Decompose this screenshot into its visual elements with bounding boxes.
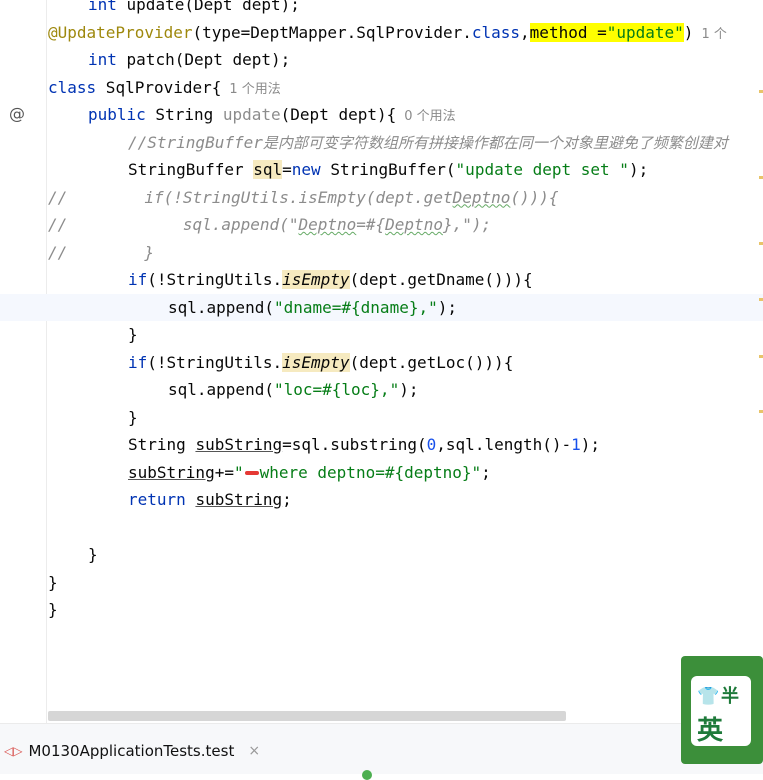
code-line: } xyxy=(128,325,138,344)
code-line: //StringBuffer是内部可变字符数组所有拼接操作都在同一个对象里避免了… xyxy=(128,132,728,152)
code-line: @UpdateProvider(type=DeptMapper.SqlProvi… xyxy=(48,22,727,42)
stripe-mark[interactable] xyxy=(759,410,763,413)
code-line: } xyxy=(128,407,138,427)
usage-inlay-hint[interactable]: 1 个用法 xyxy=(229,82,280,97)
usage-inlay-hint[interactable]: 0 个用法 xyxy=(404,109,455,124)
code-line: // } xyxy=(48,242,154,262)
code-line: class SqlProvider{1 个用法 xyxy=(48,77,281,97)
code-line: int patch(Dept dept); xyxy=(88,50,291,69)
code-line: } xyxy=(88,545,98,564)
stripe-mark[interactable] xyxy=(759,242,763,245)
logo-card: 👕 半 英 xyxy=(691,676,751,746)
test-file-icon: ◁▷ xyxy=(4,744,23,758)
shirt-icon: 👕 xyxy=(697,686,720,707)
tab-label: M0130ApplicationTests.test xyxy=(28,742,235,760)
error-marker xyxy=(244,471,259,475)
stripe-mark[interactable] xyxy=(759,298,763,301)
code-line: String subString=sql.substring(0,sql.len… xyxy=(128,435,601,454)
code-line: return subString; xyxy=(128,490,292,509)
usage-inlay-hint[interactable]: 1 个 xyxy=(701,27,726,42)
stripe-mark[interactable] xyxy=(759,176,763,179)
code-line: sql.append("loc=#{loc},"); xyxy=(168,380,419,399)
code-line: public String update(Dept dept){0 个用法 xyxy=(88,105,456,124)
code-line-current: sql.append("dname=#{dname},"); xyxy=(0,293,763,321)
code-line: // sql.append("Deptno=#{Deptno},"); xyxy=(48,215,492,234)
code-line: subString+=" where deptno=#{deptno}"; xyxy=(128,462,491,482)
editor-tab[interactable]: ◁▷ M0130ApplicationTests.test × xyxy=(0,738,260,764)
error-stripe[interactable] xyxy=(757,0,763,723)
close-icon[interactable]: × xyxy=(248,743,260,759)
search-highlight: method ="update" xyxy=(529,22,684,42)
watermark-logo: 👕 半 英 xyxy=(681,656,763,764)
editor-tab-bar: ◁▷ M0130ApplicationTests.test × xyxy=(0,723,763,780)
code-line: StringBuffer sql=new StringBuffer("updat… xyxy=(128,160,649,179)
code-line: } xyxy=(48,572,58,592)
code-line: if(!StringUtils.isEmpty(dept.getDname())… xyxy=(128,270,533,289)
code-line: if(!StringUtils.isEmpty(dept.getLoc())){ xyxy=(128,352,514,372)
code-line: // if(!StringUtils.isEmpty(dept.getDeptn… xyxy=(48,187,559,207)
stripe-mark[interactable] xyxy=(759,355,763,358)
horizontal-scrollbar[interactable] xyxy=(48,711,566,721)
code-line: } xyxy=(48,600,58,619)
code-line: int update(Dept dept); xyxy=(88,0,300,14)
stripe-mark[interactable] xyxy=(759,90,763,93)
variable-usage-highlight: sql xyxy=(253,160,283,179)
status-indicator xyxy=(362,770,372,780)
code-editor[interactable]: @ int update(Dept dept); @UpdateProvider… xyxy=(0,0,763,723)
